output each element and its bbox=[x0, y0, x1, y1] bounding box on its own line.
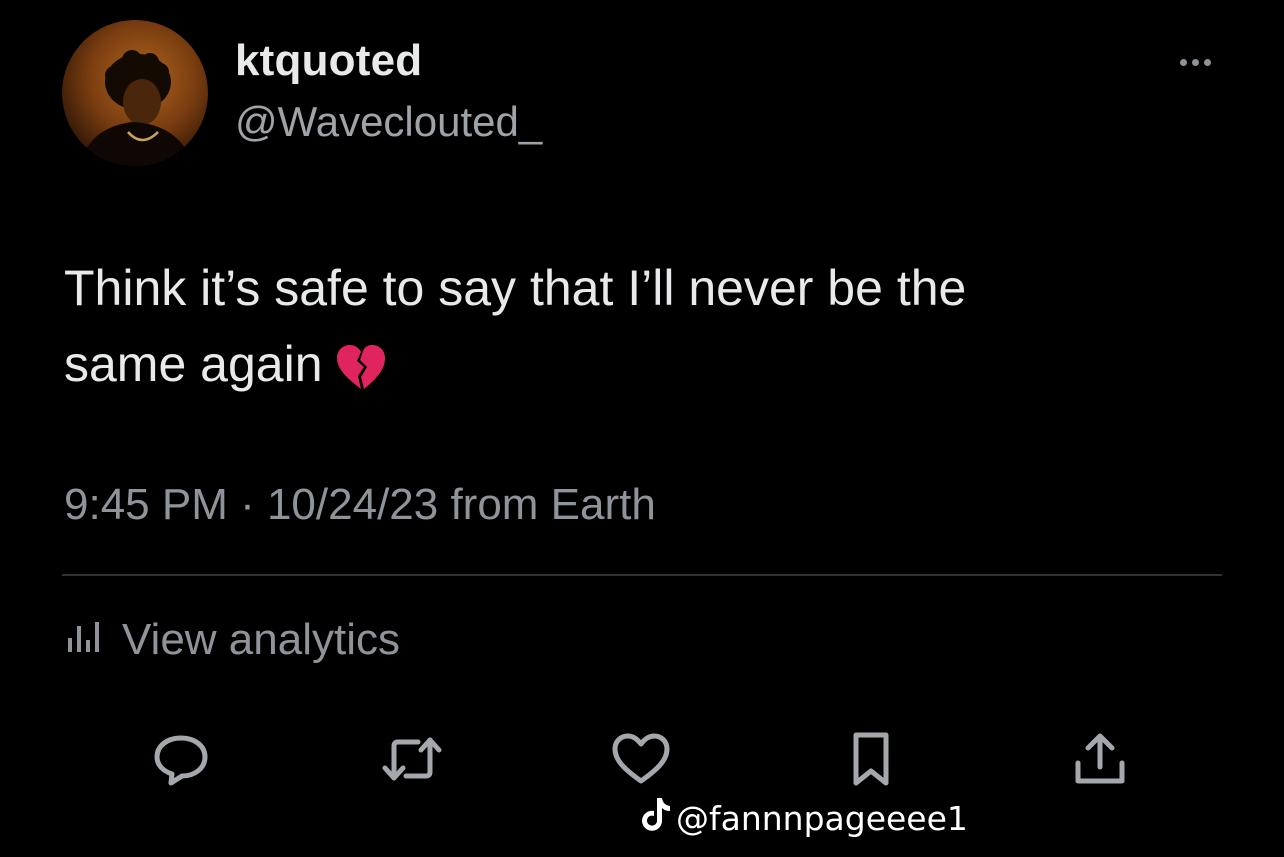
tiktok-icon bbox=[642, 796, 672, 840]
watermark: @fannnpageeee1 bbox=[642, 796, 968, 840]
tweet-timestamp[interactable]: 9:45 PM · 10/24/23 from Earth bbox=[64, 480, 656, 530]
divider bbox=[62, 574, 1222, 576]
more-options-button[interactable] bbox=[1170, 50, 1220, 74]
reply-icon bbox=[151, 732, 211, 791]
more-dot-icon bbox=[1179, 58, 1187, 66]
heart-icon bbox=[610, 732, 672, 791]
bookmark-icon bbox=[846, 730, 896, 793]
share-icon bbox=[1070, 731, 1130, 792]
user-handle[interactable]: @Waveclouted_ bbox=[235, 98, 542, 146]
avatar[interactable] bbox=[62, 20, 208, 166]
broken-heart-icon bbox=[335, 336, 387, 412]
tweet-text-line-2-content: same again bbox=[64, 336, 323, 392]
more-dot-icon bbox=[1191, 58, 1199, 66]
reply-button[interactable] bbox=[150, 733, 212, 789]
like-button[interactable] bbox=[610, 733, 672, 789]
bookmark-button[interactable] bbox=[840, 732, 902, 789]
watermark-text: @fannnpageeee1 bbox=[676, 798, 968, 838]
tweet-text-line-2: same again bbox=[64, 326, 1184, 412]
view-analytics-label: View analytics bbox=[122, 615, 400, 664]
bar-chart-icon bbox=[64, 615, 108, 665]
profile-photo bbox=[80, 50, 194, 166]
display-name[interactable]: ktquoted bbox=[235, 36, 422, 86]
retweet-icon bbox=[380, 732, 444, 791]
share-button[interactable] bbox=[1069, 733, 1131, 789]
retweet-button[interactable] bbox=[381, 733, 443, 789]
more-dot-icon bbox=[1203, 58, 1211, 66]
tweet-text-line-1: Think it’s safe to say that I’ll never b… bbox=[64, 260, 967, 316]
tweet-text: Think it’s safe to say that I’ll never b… bbox=[64, 250, 1184, 412]
view-analytics-link[interactable]: View analytics bbox=[64, 615, 400, 665]
